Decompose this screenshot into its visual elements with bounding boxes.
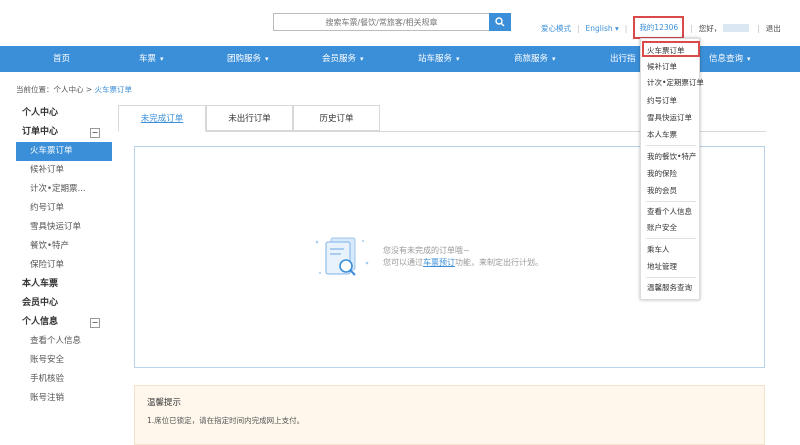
dropdown-item-account-security[interactable]: 账户安全: [647, 222, 677, 233]
search-box: [273, 13, 511, 31]
dropdown-item-my-tickets[interactable]: 本人车票: [647, 129, 677, 140]
dropdown-item-my-catering[interactable]: 我的餐饮•特产: [647, 151, 696, 162]
breadcrumb-prefix: 当前位置：个人中心 >: [16, 85, 95, 94]
chevron-down-icon: ▾: [615, 23, 619, 33]
nav-home[interactable]: 首页: [53, 46, 70, 72]
empty-line-2-pre: 您可以通过: [383, 258, 423, 267]
dropdown-item-address[interactable]: 地址管理: [647, 261, 677, 272]
nav-tickets[interactable]: 车票 ▾: [139, 46, 164, 72]
dropdown-item-my-insurance[interactable]: 我的保险: [647, 168, 677, 179]
sidebar-head-label: 订单中心: [22, 127, 59, 137]
chevron-down-icon: ▾: [265, 55, 269, 63]
search-button[interactable]: [489, 13, 511, 31]
top-links: 爱心模式 | English ▾ | 我的12306 | 您好， | 退出: [541, 16, 781, 39]
chevron-down-icon: ▾: [747, 55, 751, 63]
nav-label: 商旅服务: [514, 54, 549, 64]
dropdown-divider: [646, 201, 696, 202]
search-icon: [495, 17, 505, 27]
divider: |: [757, 23, 760, 33]
dropdown-item-ski-shipping[interactable]: 雪具快运订单: [647, 112, 692, 123]
dropdown-divider: [646, 145, 696, 146]
nav-travel-guide[interactable]: 出行指: [610, 46, 636, 72]
tips-title: 温馨提示: [147, 398, 182, 408]
greeting-text: 您好，: [698, 23, 722, 33]
collapse-icon[interactable]: −: [90, 128, 100, 138]
my-12306-link[interactable]: 我的12306: [633, 16, 685, 39]
tips-line: 1.席位已锁定，请在指定时间内完成网上支付。: [147, 416, 305, 425]
empty-line-1: 您没有未完成的订单哦~: [383, 246, 470, 255]
nav-group-service[interactable]: 团购服务 ▾: [227, 46, 269, 72]
sidebar-item-catering[interactable]: 餐饮•特产: [16, 237, 112, 256]
language-switch[interactable]: English ▾: [586, 24, 619, 33]
empty-document-icon: [315, 237, 369, 276]
empty-line-2-post: 功能，来制定出行计划。: [455, 258, 543, 267]
sidebar-item-waitlist-orders[interactable]: 候补订单: [16, 161, 112, 180]
tab-unfinished-orders[interactable]: 未完成订单: [118, 105, 206, 132]
sidebar-item-account-security[interactable]: 账号安全: [16, 351, 112, 370]
nav-label: 首页: [53, 54, 71, 64]
nav-info-query[interactable]: 信息查询 ▾: [709, 46, 751, 72]
nav-station-service[interactable]: 站车服务 ▾: [418, 46, 460, 72]
empty-line-2: 您可以通过车票预订功能，来制定出行计划。: [383, 257, 543, 269]
nav-label: 站车服务: [418, 54, 453, 64]
sidebar-member-center[interactable]: 会员中心: [16, 294, 112, 313]
chevron-down-icon: ▾: [552, 55, 556, 63]
sidebar-info-head[interactable]: 个人信息 −: [16, 313, 112, 332]
sidebar-orders-head[interactable]: 订单中心 −: [16, 123, 112, 142]
sidebar-item-view-info[interactable]: 查看个人信息: [16, 332, 112, 351]
sidebar: 个人中心 订单中心 − 火车票订单 候补订单 计次•定期票... 约号订单 雪具…: [16, 104, 112, 408]
book-ticket-link[interactable]: 车票预订: [423, 258, 455, 267]
sidebar-item-insurance[interactable]: 保险订单: [16, 256, 112, 275]
sidebar-personal-center[interactable]: 个人中心: [16, 104, 112, 123]
nav-label: 团购服务: [227, 54, 262, 64]
breadcrumb: 当前位置：个人中心 > 火车票订单: [16, 84, 132, 95]
care-mode-link[interactable]: 爱心模式: [541, 23, 571, 34]
dropdown-item-care-service[interactable]: 温馨服务查询: [647, 282, 692, 293]
nav-business-service[interactable]: 商旅服务 ▾: [514, 46, 556, 72]
dropdown-divider: [646, 238, 696, 239]
empty-message: 您没有未完成的订单哦~ 您可以通过车票预订功能，来制定出行计划。: [383, 245, 543, 269]
chevron-down-icon: ▾: [360, 55, 364, 63]
dropdown-divider: [646, 277, 696, 278]
nav-label: 车票: [139, 54, 157, 64]
dropdown-item-waitlist-orders[interactable]: 候补订单: [647, 61, 677, 72]
divider: |: [690, 23, 693, 33]
nav-label: 会员服务: [322, 54, 357, 64]
dropdown-item-train-orders[interactable]: 火车票订单: [647, 45, 685, 56]
divider: |: [577, 23, 580, 33]
dropdown-item-passengers[interactable]: 乘车人: [647, 244, 670, 255]
nav-label: 信息查询: [709, 54, 744, 64]
tab-untraveled-orders[interactable]: 未出行订单: [206, 105, 293, 131]
collapse-icon[interactable]: −: [90, 318, 100, 328]
my-12306-dropdown: 火车票订单 候补订单 计次•定期票订单 约号订单 雪具快运订单 本人车票 我的餐…: [640, 38, 704, 300]
dropdown-item-periodic-orders[interactable]: 计次•定期票订单: [647, 77, 704, 88]
sidebar-item-phone-verify[interactable]: 手机核验: [16, 370, 112, 389]
dropdown-item-reservation-orders[interactable]: 约号订单: [647, 95, 677, 106]
sidebar-head-label: 个人信息: [22, 317, 59, 327]
dropdown-item-view-info[interactable]: 查看个人信息: [647, 206, 692, 217]
username-redacted: [723, 24, 750, 32]
breadcrumb-current[interactable]: 火车票订单: [95, 85, 133, 94]
sidebar-item-reservation-orders[interactable]: 约号订单: [16, 199, 112, 218]
chevron-down-icon: ▾: [456, 55, 460, 63]
divider: |: [624, 23, 628, 33]
sidebar-item-ski-shipping[interactable]: 雪具快运订单: [16, 218, 112, 237]
tab-history-orders[interactable]: 历史订单: [293, 105, 380, 131]
sidebar-my-tickets[interactable]: 本人车票: [16, 275, 112, 294]
language-label: English: [585, 23, 613, 33]
sidebar-item-periodic-tickets[interactable]: 计次•定期票...: [16, 180, 112, 199]
sidebar-item-account-cancel[interactable]: 账号注销: [16, 389, 112, 408]
logout-link[interactable]: 退出: [766, 23, 781, 34]
dropdown-item-my-membership[interactable]: 我的会员: [647, 185, 677, 196]
sidebar-item-train-orders[interactable]: 火车票订单: [16, 142, 112, 161]
search-input[interactable]: [273, 13, 489, 31]
nav-member-service[interactable]: 会员服务 ▾: [322, 46, 364, 72]
tips-panel: 温馨提示 1.席位已锁定，请在指定时间内完成网上支付。: [134, 385, 765, 445]
nav-label: 出行指: [610, 54, 636, 64]
chevron-down-icon: ▾: [160, 55, 164, 63]
